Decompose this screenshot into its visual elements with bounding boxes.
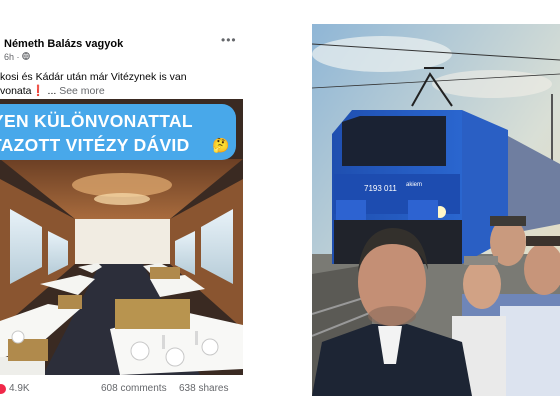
locomotive-number: 7193 011: [364, 184, 397, 193]
see-more-link[interactable]: See more: [59, 85, 105, 97]
thinking-emoji-icon: 🤔: [212, 137, 230, 153]
banner-line-1: YEN KÜLÖNVONATTAL: [0, 111, 193, 131]
locomotive-selfie-photo[interactable]: 7193 011 akiem: [312, 24, 560, 396]
comments-count[interactable]: 608 comments: [101, 383, 167, 394]
caption-line-1: kosi és Kádár után már Vitézynek is van: [0, 71, 187, 83]
facebook-post: Németh Balázs vagyok 6h · ••• kosi és Ká…: [0, 24, 243, 400]
post-time[interactable]: 6h: [4, 52, 14, 62]
post-stats: 4.9K 608 comments 638 shares: [0, 382, 243, 400]
exclamation-icon: ❗: [31, 85, 45, 97]
post-meta: 6h ·: [4, 52, 30, 62]
more-dots-icon[interactable]: •••: [221, 33, 237, 47]
caption-line-2: vonata: [0, 85, 32, 97]
shares-count[interactable]: 638 shares: [179, 383, 228, 394]
headline-banner: YEN KÜLÖNVONATTAL TAZOTT VITÉZY DÁVID 🤔: [0, 104, 236, 160]
post-caption: kosi és Kádár után már Vitézynek is van …: [0, 70, 240, 98]
post-author[interactable]: Németh Balázs vagyok: [4, 38, 123, 50]
reaction-count[interactable]: 4.9K: [9, 383, 30, 394]
banner-line-2: TAZOTT VITÉZY DÁVID: [0, 135, 190, 155]
locomotive-brand: akiem: [406, 182, 422, 188]
heart-reaction-icon[interactable]: [0, 384, 6, 394]
globe-icon: [22, 52, 30, 62]
